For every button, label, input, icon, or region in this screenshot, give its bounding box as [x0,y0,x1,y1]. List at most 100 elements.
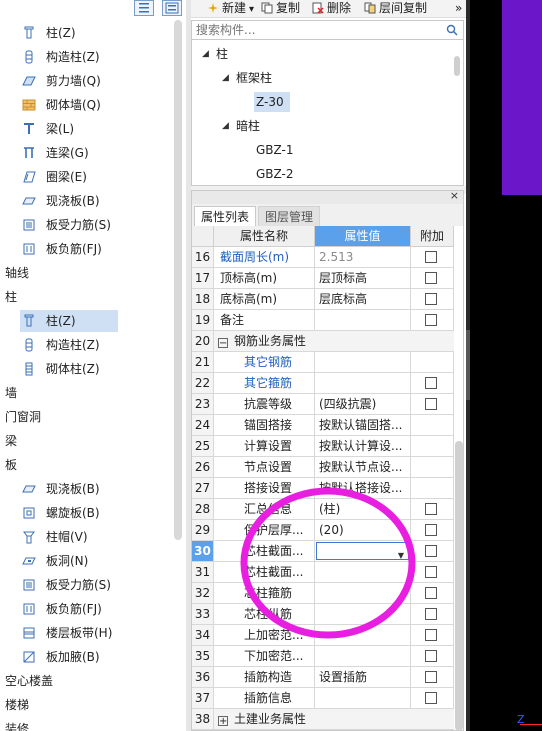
row-number[interactable]: 20 [192,331,214,352]
floor-copy-button[interactable]: 层间复制 [364,0,427,17]
row-number[interactable]: 38 [192,709,214,730]
expand-caret-icon[interactable]: ◢ [222,116,229,136]
property-value[interactable]: 层底标高 [315,289,411,310]
expand-plus-icon[interactable]: + [218,716,228,727]
tree-item[interactable]: 现浇板(B) [0,190,170,212]
row-number[interactable]: 28 [192,499,214,520]
tree-item[interactable]: 螺旋板(B) [0,502,170,524]
tree-item[interactable]: 楼层板带(H) [0,622,170,644]
row-number[interactable]: 19 [192,310,214,331]
tree-item[interactable]: 板洞(N) [0,550,170,572]
row-number[interactable]: 33 [192,604,214,625]
tree-item[interactable]: 板受力筋(S) [0,574,170,596]
row-number[interactable]: 17 [192,268,214,289]
component-tree-node[interactable]: ◢ 柱 [202,44,228,64]
property-row[interactable]: 35 下加密范... [192,646,454,667]
add-checkbox[interactable] [425,377,437,389]
add-checkbox[interactable] [425,629,437,641]
row-number[interactable]: 26 [192,457,214,478]
tree-item[interactable]: 构造柱(Z) [0,46,170,68]
property-value[interactable]: 按默认计算设... [315,436,411,457]
tree-item[interactable]: 板受力筋(S) [0,214,170,236]
expand-caret-icon[interactable]: ◢ [202,44,209,64]
tree-item[interactable]: 现浇板(B) [0,478,170,500]
tree-item[interactable]: 梁 [0,430,170,452]
property-row[interactable]: 37 插筋信息 [192,688,454,709]
tree-item[interactable]: 板负筋(FJ) [0,238,170,260]
row-number[interactable]: 36 [192,667,214,688]
component-tree-node[interactable]: GBZ-2 [254,164,300,184]
add-checkbox[interactable] [425,398,437,410]
left-tree-scrollbar[interactable] [174,20,182,540]
tree-item[interactable]: 楼梯 [0,694,170,716]
tree-item[interactable]: 墙 [0,382,170,404]
property-value[interactable]: 设置插筋 [315,667,411,688]
add-checkbox[interactable] [425,545,437,557]
row-number[interactable]: 18 [192,289,214,310]
property-row[interactable]: 17 顶标高(m) 层顶标高 [192,268,454,289]
detail-view-button[interactable] [162,0,182,16]
tree-item[interactable]: 柱(Z) [0,22,170,44]
tab-layer-management[interactable]: 图层管理 [258,206,321,226]
add-checkbox[interactable] [425,524,437,536]
new-dropdown-arrow[interactable]: ▾ [249,4,254,15]
tree-item[interactable]: 板 [0,454,170,476]
add-checkbox[interactable] [425,503,437,515]
property-grid-scrollbar[interactable] [455,441,463,730]
row-number[interactable]: 34 [192,625,214,646]
row-number[interactable]: 22 [192,373,214,394]
property-row[interactable]: 18 底标高(m) 层底标高 [192,289,454,310]
drawing-viewport[interactable]: Z [470,0,542,731]
add-checkbox[interactable] [425,671,437,683]
row-number[interactable]: 21 [192,352,214,373]
property-row[interactable]: 23 抗震等级 (四级抗震) [192,394,454,415]
component-tree-node[interactable]: Z-30 [254,92,290,112]
add-checkbox[interactable] [425,314,437,326]
component-tree-node[interactable]: GBZ-1 [254,140,300,160]
tree-item[interactable]: 板负筋(FJ) [0,598,170,620]
add-checkbox[interactable] [425,692,437,704]
property-value[interactable]: 按默认锚固搭... [315,415,411,436]
component-search-box[interactable] [191,20,464,40]
add-checkbox[interactable] [425,650,437,662]
property-add-header[interactable]: 附加 [411,226,454,247]
component-tree-scrollbar[interactable] [454,56,460,76]
component-tree-node[interactable]: ◢ 框架柱 [222,68,272,88]
row-number[interactable]: 37 [192,688,214,709]
list-view-button[interactable] [134,0,154,16]
copy-button[interactable]: 复制 [261,0,300,17]
property-row[interactable]: 25 计算设置 按默认计算设... [192,436,454,457]
property-value-header[interactable]: 属性值 [315,226,411,247]
tree-item[interactable]: 门窗洞 [0,406,170,428]
property-value[interactable]: 按默认节点设... [315,457,411,478]
add-checkbox[interactable] [425,251,437,263]
add-checkbox[interactable] [425,566,437,578]
tree-item[interactable]: 柱 [0,286,170,308]
property-row[interactable]: 16 截面周长(m) 2.513 [192,247,454,268]
property-row[interactable]: 19 备注 [192,310,454,331]
row-number[interactable]: 30 [192,541,214,562]
property-row[interactable]: 26 节点设置 按默认节点设... [192,457,454,478]
component-tree-node[interactable]: ◢ 暗柱 [222,116,260,136]
add-checkbox[interactable] [425,293,437,305]
tree-item[interactable]: 圈梁(E) [0,166,170,188]
row-number[interactable]: 27 [192,478,214,499]
new-button[interactable]: 新建 ▾ [207,0,254,17]
tree-item[interactable]: 板加腋(B) [0,646,170,668]
tab-property-list[interactable]: 属性列表 [194,206,257,226]
property-row[interactable]: 24 锚固搭接 按默认锚固搭... [192,415,454,436]
property-value[interactable]: (四级抗震) [315,394,411,415]
property-value[interactable]: 2.513 [315,247,411,268]
toolbar-overflow-button[interactable]: » [455,0,462,17]
row-number[interactable]: 23 [192,394,214,415]
tree-item[interactable]: 剪力墙(Q) [0,70,170,92]
property-name-header[interactable]: 属性名称 [214,226,315,247]
add-checkbox[interactable] [425,587,437,599]
close-icon[interactable]: × [450,191,459,202]
tree-item[interactable]: 连梁(G) [0,142,170,164]
property-row[interactable]: 36 插筋构造 设置插筋 [192,667,454,688]
property-value[interactable] [315,373,411,394]
property-value[interactable] [315,688,411,709]
property-row[interactable]: 21 其它钢筋 [192,352,454,373]
row-number[interactable]: 16 [192,247,214,268]
